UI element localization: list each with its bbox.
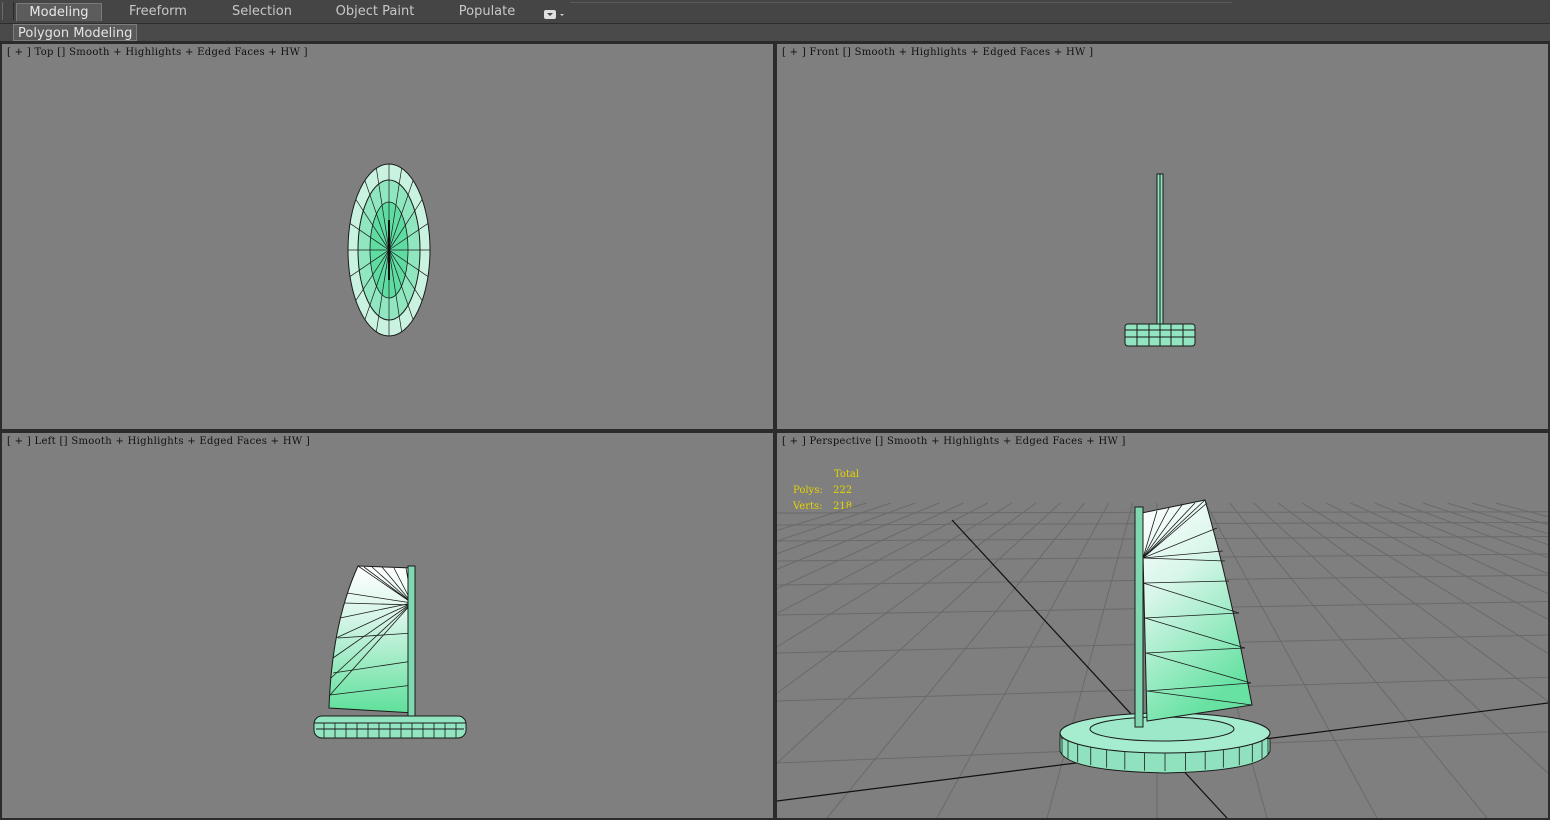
front-view-model: [1124, 173, 1196, 347]
tab-modeling[interactable]: Modeling: [16, 3, 102, 21]
tab-object-paint[interactable]: Object Paint: [330, 3, 420, 21]
toggle-dropdown-icon[interactable]: [543, 6, 565, 19]
boat-left-sail: [328, 565, 415, 714]
ribbon-divider: [570, 2, 1232, 3]
tab-populate[interactable]: Populate: [452, 3, 522, 21]
boat-top-silhouette: [347, 163, 431, 337]
top-view-model: [347, 163, 431, 337]
boat-left-mast: [407, 565, 416, 717]
ribbon-grip[interactable]: [2, 2, 14, 20]
tab-selection[interactable]: Selection: [224, 3, 300, 21]
ribbon-bar: Modeling Freeform Selection Object Paint…: [0, 0, 1550, 24]
polygon-modeling-tab[interactable]: Polygon Modeling: [13, 24, 138, 41]
boat-perspective-hull: [1059, 712, 1271, 774]
viewport-front[interactable]: [ + ] Front [] Smooth + Highlights + Edg…: [775, 42, 1550, 431]
viewport-left[interactable]: [ + ] Left [] Smooth + Highlights + Edge…: [0, 431, 775, 820]
ribbon-panel-bar: Polygon Modeling: [0, 24, 1550, 42]
left-view-model: [313, 565, 467, 739]
boat-left-hull: [313, 715, 467, 739]
boat-perspective-mast: [1134, 506, 1144, 728]
viewport-perspective[interactable]: [ + ] Perspective [] Smooth + Highlights…: [775, 431, 1550, 820]
perspective-view-model: [777, 499, 1548, 818]
boat-perspective-sail: [1141, 499, 1253, 722]
boat-front-hull: [1124, 323, 1196, 347]
viewport-top[interactable]: [ + ] Top [] Smooth + Highlights + Edged…: [0, 42, 775, 431]
boat-front-mast: [1156, 173, 1164, 327]
tab-freeform[interactable]: Freeform: [116, 3, 200, 21]
